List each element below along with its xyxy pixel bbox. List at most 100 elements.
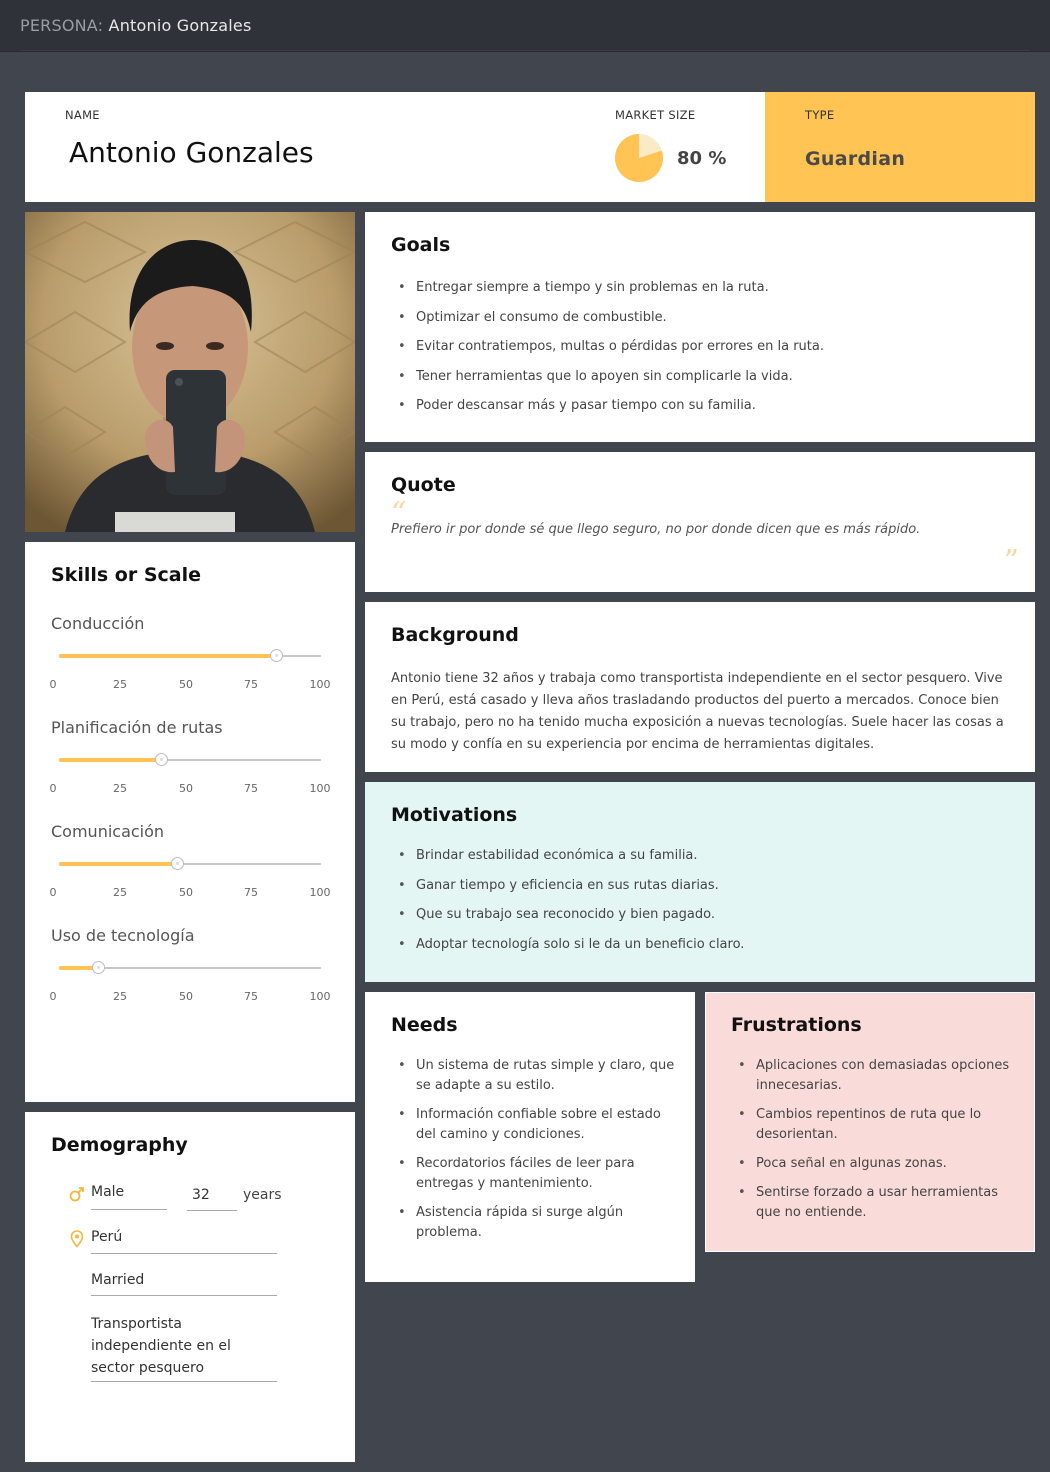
tick-label: 50 — [179, 886, 193, 899]
list-item: Información confiable sobre el estado de… — [391, 1105, 681, 1145]
tick-label: 75 — [244, 678, 258, 691]
list-item: Poder descansar más y pasar tiempo con s… — [391, 396, 1011, 416]
tick-label: 100 — [309, 990, 331, 1003]
slider-ticks: 0 25 50 75 100 — [49, 678, 341, 692]
persona-photo[interactable] — [25, 212, 355, 532]
slider-track[interactable] — [59, 649, 321, 662]
tick-label: 0 — [49, 678, 57, 691]
list-item: Que su trabajo sea reconocido y bien pag… — [391, 905, 1011, 925]
goals-section: Goals Entregar siempre a tiempo y sin pr… — [365, 212, 1035, 442]
needs-section: Needs Un sistema de rutas simple y claro… — [365, 992, 695, 1282]
needs-list: Un sistema de rutas simple y claro, que … — [391, 1056, 681, 1252]
slider-ticks: 0 25 50 75 100 — [49, 990, 341, 1004]
quote-title: Quote — [391, 474, 456, 496]
location-field[interactable]: Perú — [91, 1229, 277, 1254]
tick-label: 0 — [49, 990, 57, 1003]
slider-fill — [59, 758, 162, 762]
slider-thumb[interactable] — [270, 649, 284, 662]
frustrations-title: Frustrations — [731, 1014, 862, 1036]
list-item: Recordatorios fáciles de leer para entre… — [391, 1154, 681, 1194]
slider-ticks: 0 25 50 75 100 — [49, 782, 341, 796]
background-title: Background — [391, 624, 519, 646]
slider-track[interactable] — [59, 753, 321, 766]
tick-label: 0 — [49, 886, 57, 899]
market-size-pie-icon — [615, 134, 663, 182]
location-pin-icon — [70, 1230, 84, 1248]
skills-title: Skills or Scale — [51, 564, 201, 586]
list-item: Adoptar tecnología solo si le da un bene… — [391, 935, 1011, 955]
top-bar: PERSONA: Antonio Gonzales — [0, 0, 1050, 52]
list-item: Cambios repentinos de ruta que lo desori… — [731, 1105, 1021, 1145]
marital-status-field[interactable]: Married — [91, 1272, 277, 1296]
goals-list: Entregar siempre a tiempo y sin problema… — [391, 278, 1011, 426]
market-size-label: MARKET SIZE — [615, 108, 696, 122]
list-item: Brindar estabilidad económica a su famil… — [391, 846, 1011, 866]
persona-type-panel: TYPE Guardian — [765, 92, 1035, 202]
list-item: Poca señal en algunas zonas. — [731, 1154, 1021, 1174]
list-item: Un sistema de rutas simple y claro, que … — [391, 1056, 681, 1096]
skill-name: Comunicación — [51, 822, 165, 841]
slider-fill — [59, 862, 177, 866]
demography-title: Demography — [51, 1134, 188, 1156]
type-value[interactable]: Guardian — [805, 148, 905, 170]
tick-label: 75 — [244, 990, 258, 1003]
tick-label: 75 — [244, 782, 258, 795]
tick-label: 100 — [309, 678, 331, 691]
close-quote-icon: ” — [1003, 544, 1019, 579]
tick-label: 100 — [309, 886, 331, 899]
tick-label: 50 — [179, 782, 193, 795]
slider-track[interactable] — [59, 961, 321, 974]
list-item: Optimizar el consumo de combustible. — [391, 308, 1011, 328]
skill-slider-row: Planificación de rutas 0 25 50 75 100 — [49, 718, 341, 818]
window-title: PERSONA: Antonio Gonzales — [20, 16, 252, 35]
skill-name: Uso de tecnología — [51, 926, 195, 945]
frustrations-list: Aplicaciones con demasiadas opciones inn… — [731, 1056, 1021, 1232]
age-field[interactable]: 32 — [187, 1187, 237, 1211]
slider-thumb[interactable] — [155, 753, 169, 766]
quote-section: Quote “ Prefiero ir por donde sé que lle… — [365, 452, 1035, 592]
tick-label: 0 — [49, 782, 57, 795]
list-item: Asistencia rápida si surge algún problem… — [391, 1203, 681, 1243]
tick-label: 25 — [113, 886, 127, 899]
divider — [20, 50, 1030, 51]
skill-slider-row: Uso de tecnología 0 25 50 75 100 — [49, 926, 341, 1026]
skills-section: Skills or Scale Conducción 0 25 50 75 10… — [25, 542, 355, 1102]
persona-header: NAME Antonio Gonzales MARKET SIZE 80 % — [25, 92, 765, 202]
skill-name: Conducción — [51, 614, 145, 633]
tick-label: 25 — [113, 990, 127, 1003]
goals-title: Goals — [391, 234, 451, 256]
skill-name: Planificación de rutas — [51, 718, 223, 737]
tick-label: 25 — [113, 678, 127, 691]
tick-label: 50 — [179, 678, 193, 691]
occupation-field[interactable]: Transportista independiente en el sector… — [91, 1313, 277, 1382]
age-unit-label: years — [243, 1187, 282, 1203]
motivations-list: Brindar estabilidad económica a su famil… — [391, 846, 1011, 964]
skill-slider-row: Conducción 0 25 50 75 100 — [49, 614, 341, 714]
list-item: Entregar siempre a tiempo y sin problema… — [391, 278, 1011, 298]
frustrations-section: Frustrations Aplicaciones con demasiadas… — [705, 992, 1035, 1252]
list-item: Evitar contratiempos, multas o pérdidas … — [391, 337, 1011, 357]
list-item: Ganar tiempo y eficiencia en sus rutas d… — [391, 876, 1011, 896]
type-label: TYPE — [805, 108, 835, 122]
slider-fill — [59, 654, 277, 658]
slider-thumb[interactable] — [92, 961, 106, 974]
name-label: NAME — [65, 108, 100, 122]
list-item: Tener herramientas que lo apoyen sin com… — [391, 367, 1011, 387]
market-size-value[interactable]: 80 % — [677, 148, 726, 169]
gender-field[interactable]: Male — [91, 1184, 167, 1210]
quote-text[interactable]: Prefiero ir por donde sé que llego segur… — [391, 522, 920, 537]
persona-photo-image — [25, 212, 355, 532]
needs-title: Needs — [391, 1014, 458, 1036]
list-item: Sentirse forzado a usar herramientas que… — [731, 1183, 1021, 1223]
slider-thumb[interactable] — [170, 857, 184, 870]
persona-name[interactable]: Antonio Gonzales — [69, 136, 314, 169]
background-text[interactable]: Antonio tiene 32 años y trabaja como tra… — [391, 668, 1013, 756]
slider-track[interactable] — [59, 857, 321, 870]
title-persona-name: Antonio Gonzales — [108, 16, 252, 35]
skill-slider-row: Comunicación 0 25 50 75 100 — [49, 822, 341, 922]
tick-label: 100 — [309, 782, 331, 795]
title-prefix: PERSONA: — [20, 16, 104, 35]
list-item: Aplicaciones con demasiadas opciones inn… — [731, 1056, 1021, 1096]
slider-ticks: 0 25 50 75 100 — [49, 886, 341, 900]
demography-section: Demography Male 32 years Perú Married Tr… — [25, 1112, 355, 1462]
